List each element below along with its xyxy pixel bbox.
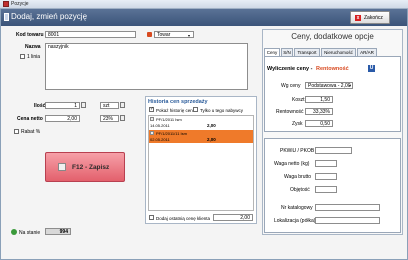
name-label: Nazwa bbox=[25, 44, 41, 50]
window-titlebar: Pozycje bbox=[0, 0, 408, 9]
only-buyer-label: Tylko u tego nabywcy bbox=[200, 108, 244, 113]
document-icon bbox=[4, 13, 9, 21]
vat-select[interactable]: 23% bbox=[100, 115, 119, 122]
history-doc: PF/1/2011 Ism bbox=[156, 117, 182, 122]
type-icon bbox=[147, 32, 152, 37]
history-date: 02.05.2011 bbox=[150, 137, 170, 142]
floppy-icon bbox=[58, 163, 66, 171]
gross-weight-label: Waga brutto bbox=[284, 174, 312, 180]
history-price: 2,00 bbox=[207, 123, 216, 128]
catalog-label: Nr katalogowy bbox=[281, 205, 313, 211]
save-button[interactable]: F12 - Zapisz bbox=[45, 152, 125, 182]
net-weight-input[interactable] bbox=[315, 160, 337, 167]
net-price-input[interactable]: 2,00 bbox=[45, 115, 80, 122]
unit-select[interactable]: szt bbox=[100, 102, 119, 109]
stock-icon bbox=[11, 229, 17, 235]
history-row-1[interactable]: PF/1/2011 Ism 14.05.2011 2,00 bbox=[149, 116, 253, 129]
window-title: Pozycje bbox=[11, 1, 29, 7]
dialog-title: Dodaj, zmień pozycję bbox=[11, 12, 88, 21]
pkwiu-input[interactable] bbox=[315, 147, 352, 154]
close-button[interactable]: x Zakończ bbox=[350, 11, 390, 24]
gross-weight-input[interactable] bbox=[315, 173, 337, 180]
close-button-label: Zakończ bbox=[364, 15, 383, 21]
profit-label: Rentowność bbox=[276, 109, 304, 115]
net-price-label: Cena netto bbox=[17, 116, 43, 122]
history-panel: Historia cen sprzedaży Pokaż historię ce… bbox=[145, 96, 257, 224]
code-input[interactable]: 8001 bbox=[45, 31, 136, 38]
add-last-label: Dodaj ostatnią cenę klienta bbox=[156, 216, 211, 221]
catalog-input[interactable] bbox=[315, 204, 380, 211]
calc-label: Wyliczenie ceny - bbox=[267, 66, 313, 72]
extra-fields-panel: PKWiU / PKOB Waga netto (kg) Waga brutto… bbox=[264, 138, 401, 233]
unit-add-button[interactable] bbox=[120, 102, 125, 108]
cost-input[interactable]: 1,50 bbox=[305, 96, 333, 103]
code-label: Kod towaru bbox=[16, 32, 44, 38]
profit-input[interactable]: 33,33% bbox=[305, 108, 333, 115]
chevron-down-icon: ▾ bbox=[188, 33, 191, 38]
name-textarea[interactable]: naszyjnik bbox=[45, 43, 248, 90]
history-row-2[interactable]: PF/1/2011/11 Ism 02.05.2011 2,00 bbox=[149, 130, 253, 143]
history-date: 14.05.2011 bbox=[150, 123, 170, 128]
discount-label: Rabat % bbox=[21, 129, 41, 135]
info-icon[interactable]: U bbox=[368, 65, 375, 72]
add-last-checkbox[interactable] bbox=[149, 215, 154, 220]
tab-property[interactable]: Nieruchomość bbox=[321, 48, 356, 56]
prices-tab-panel: Wyliczenie ceny - Rentowność U Wg ceny P… bbox=[264, 56, 401, 132]
document-icon bbox=[150, 117, 154, 121]
location-input[interactable] bbox=[315, 217, 380, 224]
pkwiu-label: PKWiU / PKOB bbox=[280, 148, 315, 154]
gain-input[interactable]: 0,50 bbox=[305, 120, 333, 127]
options-title: Ceny, dodatkowe opcje bbox=[291, 32, 374, 41]
tab-ar[interactable]: AR/AR bbox=[357, 48, 377, 56]
gain-label: Zysk bbox=[292, 121, 303, 127]
qty-stepper[interactable] bbox=[81, 102, 86, 108]
volume-label: Objętość bbox=[290, 187, 310, 193]
dialog-header: Dodaj, zmień pozycję bbox=[1, 9, 407, 26]
show-history-checkbox[interactable] bbox=[149, 106, 154, 112]
discount-checkbox[interactable] bbox=[14, 129, 19, 134]
line1-checkbox[interactable] bbox=[20, 54, 25, 59]
last-price-value: 2,00 bbox=[213, 214, 253, 221]
price-by-label: Wg ceny bbox=[281, 83, 301, 89]
history-doc: PF/1/2011/11 Ism bbox=[156, 131, 187, 136]
stock-value: 994 bbox=[45, 228, 71, 235]
show-history-label: Pokaż historię cen bbox=[156, 108, 193, 113]
net-weight-label: Waga netto (kg) bbox=[274, 161, 310, 167]
stock-label: Na stanie bbox=[19, 230, 41, 236]
options-header: Ceny, dodatkowe opcje bbox=[262, 29, 403, 46]
line1-label: 1 linia bbox=[27, 54, 41, 60]
document-icon bbox=[150, 131, 154, 135]
vat-add-button[interactable] bbox=[120, 115, 125, 121]
volume-input[interactable] bbox=[315, 186, 337, 193]
app-icon bbox=[3, 1, 9, 7]
tab-transport[interactable]: Transport bbox=[294, 48, 320, 56]
price-by-select[interactable]: Podstawowa - 2,00 bbox=[305, 82, 353, 89]
tab-serial[interactable]: S/N bbox=[281, 48, 293, 56]
history-price: 2,00 bbox=[207, 137, 216, 142]
calc-mode: Rentowność bbox=[316, 66, 349, 72]
history-list: PF/1/2011 Ism 14.05.2011 2,00 PF/1/2011/… bbox=[148, 115, 254, 211]
save-button-label: F12 - Zapisz bbox=[72, 164, 110, 171]
history-title: Historia cen sprzedaży bbox=[148, 99, 208, 105]
qty-input[interactable]: 1 bbox=[45, 102, 80, 109]
chevron-down-icon: ▾ bbox=[349, 83, 352, 88]
close-icon: x bbox=[355, 15, 361, 21]
qty-label: Ilość bbox=[34, 103, 46, 109]
location-label: Lokalizacja (półka) bbox=[274, 218, 316, 224]
only-buyer-checkbox[interactable] bbox=[193, 107, 198, 112]
cost-label: Koszt bbox=[292, 97, 305, 103]
